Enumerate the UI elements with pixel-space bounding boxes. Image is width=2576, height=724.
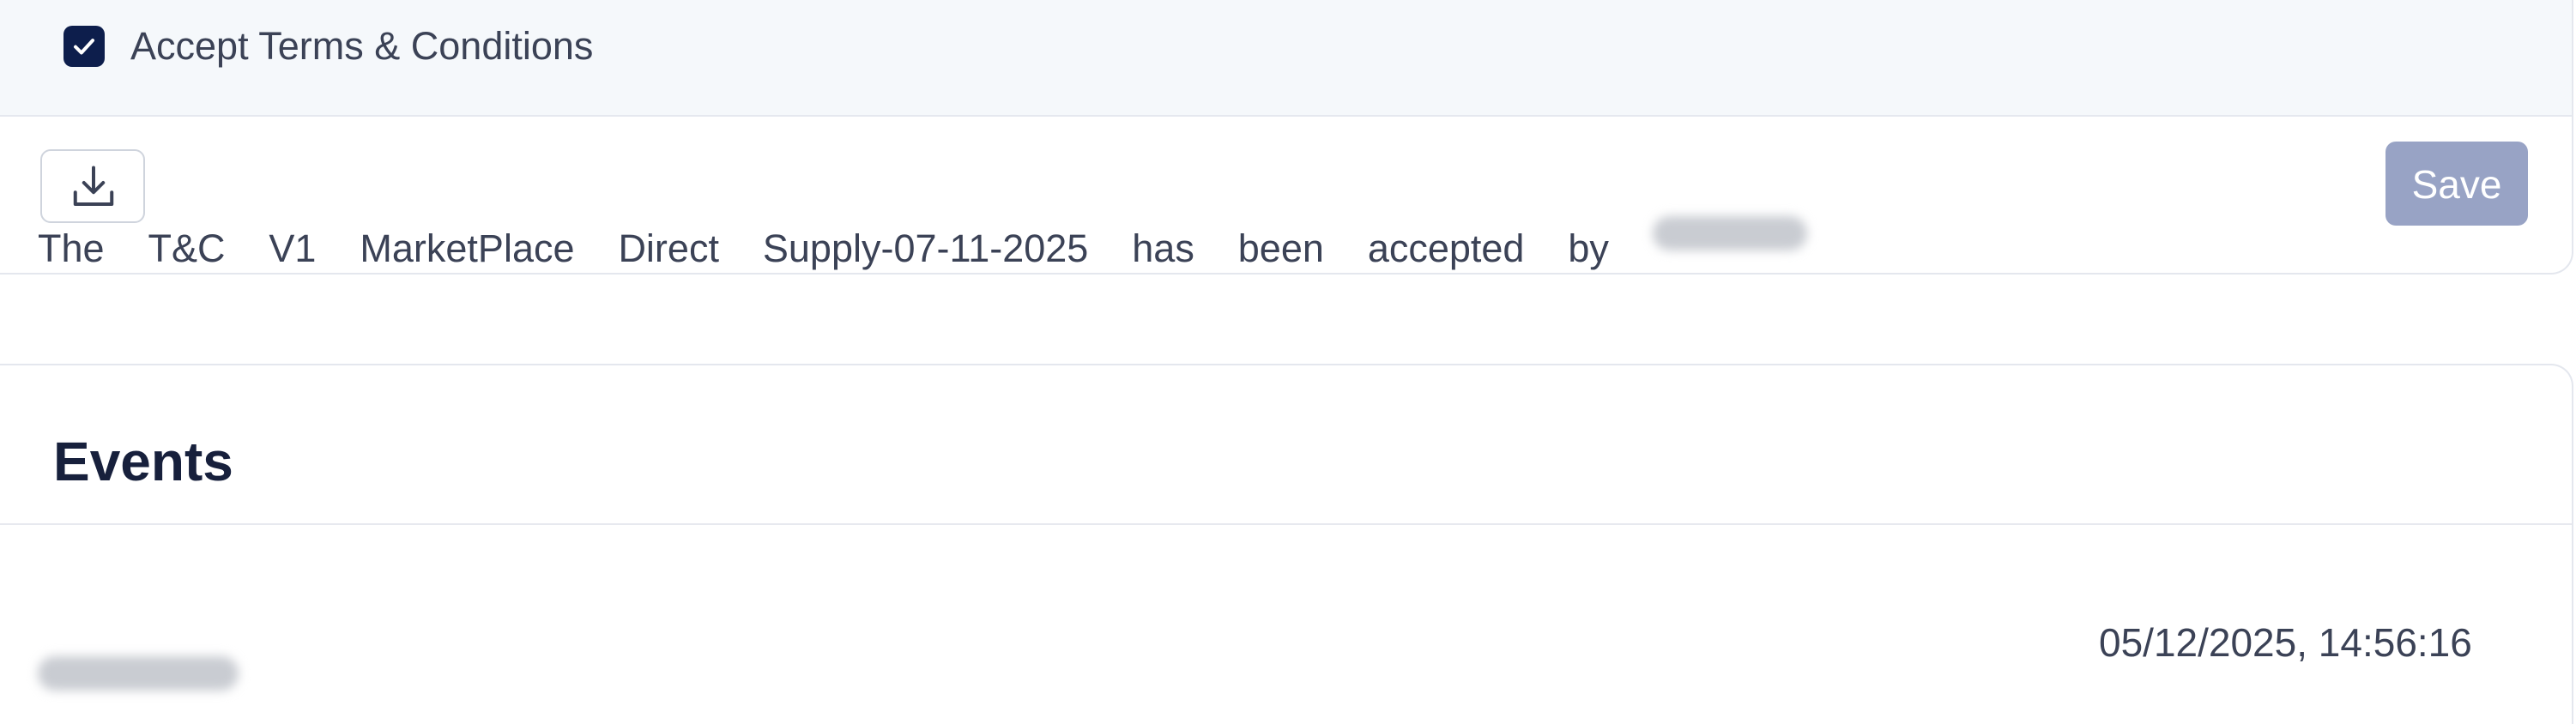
- events-card: Events 05/12/2025, 14:56:16: [0, 364, 2573, 724]
- redacted-user-surname: [38, 656, 239, 691]
- event-description: The T&C V1 MarketPlace Direct Supply-07-…: [38, 216, 1807, 281]
- event-word: by: [1568, 226, 1609, 270]
- event-word: Supply-07-11-2025: [762, 226, 1089, 270]
- checkmark-icon: [74, 39, 94, 55]
- event-word: been: [1237, 226, 1324, 270]
- download-icon: [73, 166, 114, 206]
- download-button[interactable]: [40, 149, 145, 223]
- accept-terms-checkbox[interactable]: [63, 26, 105, 67]
- event-word: accepted: [1367, 226, 1525, 270]
- event-timestamp: 05/12/2025, 14:56:16: [2099, 620, 2472, 665]
- event-word: MarketPlace: [360, 226, 575, 270]
- event-word: has: [1132, 226, 1194, 270]
- save-button[interactable]: Save: [2386, 142, 2528, 226]
- accept-terms-label[interactable]: Accept Terms & Conditions: [130, 22, 593, 70]
- events-divider: [0, 523, 2572, 525]
- terms-row: Accept Terms & Conditions: [0, 0, 2572, 117]
- event-word: T&C: [148, 226, 226, 270]
- event-word: V1: [269, 226, 317, 270]
- event-word: Direct: [618, 226, 719, 270]
- redacted-user-name: [1652, 216, 1807, 250]
- event-word: The: [38, 226, 105, 270]
- event-description-line: The T&C V1 MarketPlace Direct Supply-07-…: [38, 216, 1807, 281]
- events-title: Events: [53, 431, 233, 492]
